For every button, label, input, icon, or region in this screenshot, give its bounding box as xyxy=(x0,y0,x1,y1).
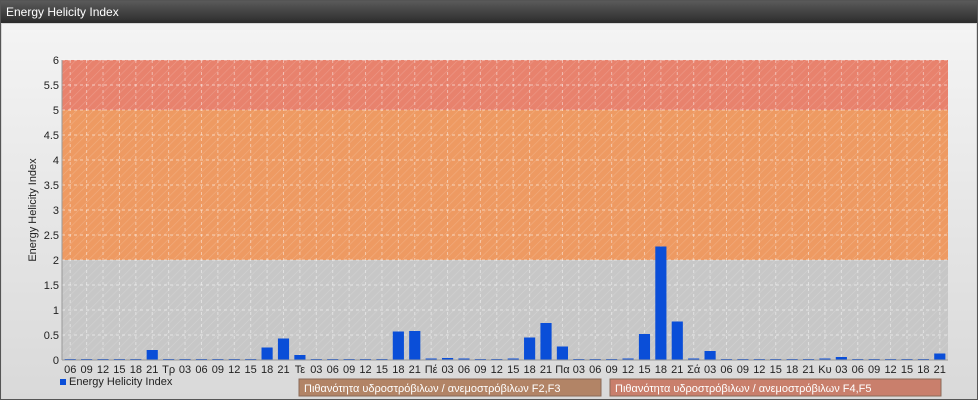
legend-series-swatch xyxy=(60,379,66,385)
y-tick-label: 1.5 xyxy=(44,280,59,292)
x-tick-label: 09 xyxy=(474,364,486,376)
x-tick-label: 15 xyxy=(770,364,782,376)
y-tick-label: 5 xyxy=(53,105,59,117)
x-tick-label: Κυ xyxy=(818,364,831,376)
x-tick-label: Τρ xyxy=(162,364,175,376)
x-tick-label: 18 xyxy=(523,364,535,376)
x-tick-label: 06 xyxy=(852,364,864,376)
y-tick-label: 3.5 xyxy=(44,180,59,192)
x-tick-label: 12 xyxy=(97,364,109,376)
x-tick-label: Πέ xyxy=(425,364,438,376)
x-tick-label: 06 xyxy=(458,364,470,376)
y-tick-label: 0 xyxy=(53,355,59,367)
x-tick-label: 03 xyxy=(835,364,847,376)
x-tick-label: 12 xyxy=(359,364,371,376)
x-tick-label: 12 xyxy=(753,364,765,376)
bar xyxy=(146,350,158,360)
x-tick-label: 15 xyxy=(113,364,125,376)
x-tick-label: 21 xyxy=(934,364,946,376)
legend-series-label: Energy Helicity Index xyxy=(69,376,173,388)
x-tick-label: 03 xyxy=(441,364,453,376)
x-tick-label: Τε xyxy=(295,364,306,376)
bar xyxy=(638,334,651,360)
bar xyxy=(540,323,552,360)
x-tick-label: 15 xyxy=(638,364,650,376)
x-tick-label: 15 xyxy=(901,364,913,376)
y-tick-label: 3 xyxy=(53,205,59,217)
x-tick-label: 09 xyxy=(212,364,224,376)
y-tick-label: 6 xyxy=(53,55,59,67)
chart-svg: 0 0.5 1 1.5 2 2.5 3 3.5 4 4.5 5 5.5 6 06 09 12 15 18 21 Τρ 0… xyxy=(27,55,948,397)
x-tick-label: 03 xyxy=(704,364,716,376)
x-tick-label: 03 xyxy=(310,364,322,376)
x-tick-label: 21 xyxy=(540,364,552,376)
bar xyxy=(934,353,946,360)
bar xyxy=(524,337,536,360)
y-tick-label: 4 xyxy=(53,155,59,167)
bar xyxy=(392,331,404,360)
bar xyxy=(261,347,273,360)
x-tick-label: 21 xyxy=(802,364,814,376)
x-tick-label: 18 xyxy=(917,364,929,376)
x-tick-label: 21 xyxy=(146,364,158,376)
x-tick-label: 03 xyxy=(179,364,191,376)
y-axis-label: Energy Helicity Index xyxy=(27,158,39,262)
bar xyxy=(655,246,667,360)
bar xyxy=(294,355,306,360)
x-tick-label: 21 xyxy=(671,364,683,376)
x-tick-label: 06 xyxy=(327,364,339,376)
x-tick-label: 18 xyxy=(655,364,667,376)
x-tick-label: 09 xyxy=(343,364,355,376)
x-tick-label: 03 xyxy=(573,364,585,376)
x-tick-label: Πα xyxy=(555,364,570,376)
x-tick-label: 06 xyxy=(589,364,601,376)
bar xyxy=(277,338,290,360)
x-tick-label: 15 xyxy=(507,364,519,376)
x-tick-label: 21 xyxy=(277,364,289,376)
bar xyxy=(556,346,569,360)
bar xyxy=(671,321,683,360)
x-tick-label: 09 xyxy=(868,364,880,376)
x-tick-label: 18 xyxy=(392,364,404,376)
x-tick-label: 06 xyxy=(64,364,76,376)
bar xyxy=(704,351,716,360)
x-tick-label: 12 xyxy=(884,364,896,376)
x-tick-label: 06 xyxy=(195,364,207,376)
legend-band-f2f3-label: Πιθανότητα υδροστρόβιλων / ανεμοστρόβιλω… xyxy=(304,383,561,395)
x-tick-label: 18 xyxy=(261,364,273,376)
y-tick-label: 1 xyxy=(53,305,59,317)
x-tick-label: 12 xyxy=(491,364,503,376)
x-tick-label: 15 xyxy=(245,364,257,376)
y-tick-label: 0.5 xyxy=(44,330,59,342)
x-tick-label: 18 xyxy=(130,364,142,376)
y-tick-label: 5.5 xyxy=(44,80,59,92)
legend-band-f4f5-label: Πιθανότητα υδροστρόβιλων / ανεμοστρόβιλω… xyxy=(615,383,872,395)
x-tick-label: Σά xyxy=(687,364,701,376)
y-tick-label: 4.5 xyxy=(44,130,59,142)
x-tick-label: 12 xyxy=(228,364,240,376)
x-tick-label: 12 xyxy=(622,364,634,376)
x-tick-label: 21 xyxy=(409,364,421,376)
x-tick-label: 09 xyxy=(737,364,749,376)
y-tick-label: 2.5 xyxy=(44,230,59,242)
y-tick-label: 2 xyxy=(53,255,59,267)
x-tick-label: 15 xyxy=(376,364,388,376)
bar xyxy=(409,331,421,360)
x-tick-label: 06 xyxy=(720,364,732,376)
x-tick-label: 18 xyxy=(786,364,798,376)
x-tick-label: 09 xyxy=(606,364,618,376)
x-tick-label: 09 xyxy=(80,364,92,376)
